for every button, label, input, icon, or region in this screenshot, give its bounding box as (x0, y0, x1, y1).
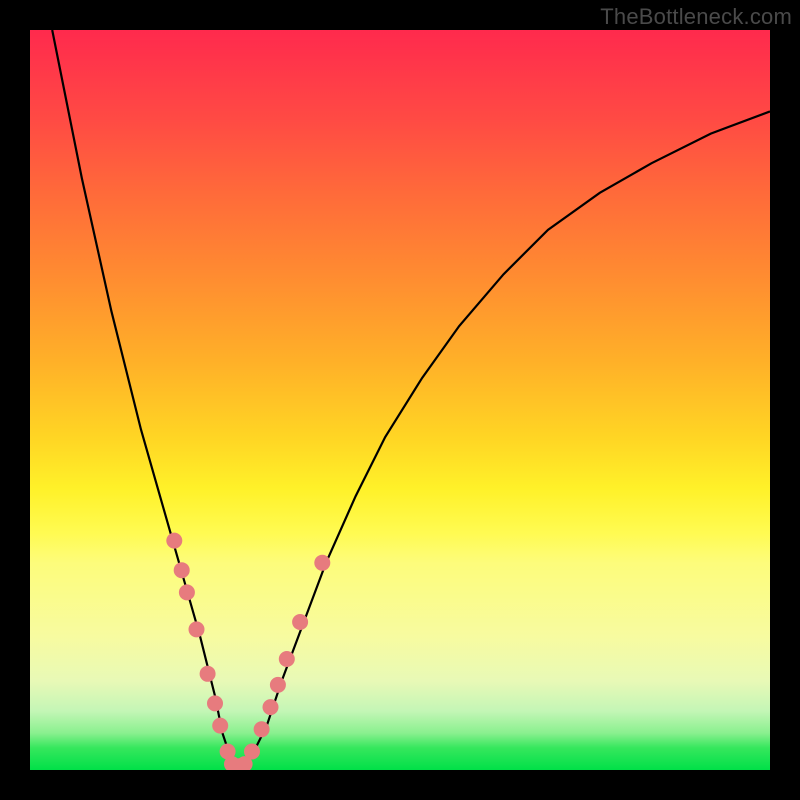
curve-marker (200, 666, 216, 682)
curve-marker (166, 533, 182, 549)
watermark-text: TheBottleneck.com (600, 4, 792, 30)
plot-area (30, 30, 770, 770)
curve-marker (292, 614, 308, 630)
curve-marker (263, 699, 279, 715)
curve-marker (207, 695, 223, 711)
curve-marker (244, 744, 260, 760)
curve-marker (212, 718, 228, 734)
curve-marker (179, 584, 195, 600)
curve-markers (166, 533, 330, 770)
bottleneck-curve (52, 30, 770, 770)
curve-marker (174, 562, 190, 578)
chart-svg (30, 30, 770, 770)
curve-marker (254, 721, 270, 737)
chart-container: TheBottleneck.com (0, 0, 800, 800)
curve-marker (279, 651, 295, 667)
curve-marker (189, 621, 205, 637)
curve-marker (314, 555, 330, 571)
curve-marker (270, 677, 286, 693)
